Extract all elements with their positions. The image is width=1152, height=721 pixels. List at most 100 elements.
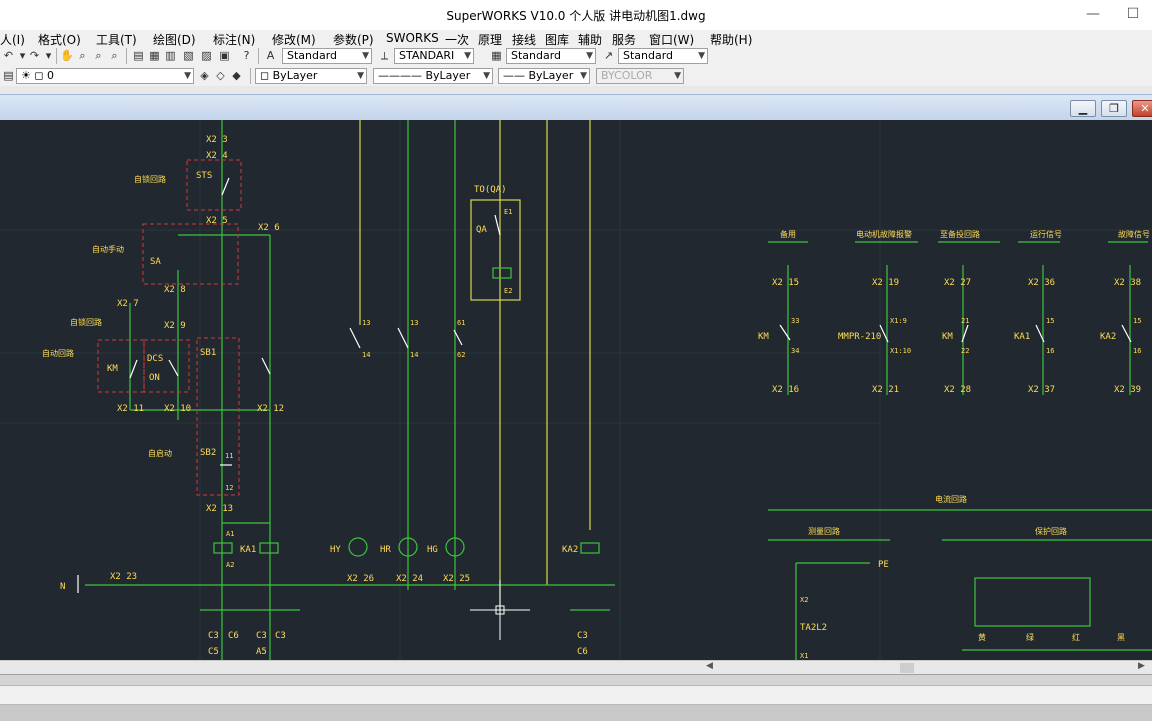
device-label: N	[60, 582, 65, 592]
device-label: SA	[150, 257, 161, 267]
undo-icon[interactable]: ↶	[2, 49, 15, 62]
terminal-label: X2 16	[772, 385, 799, 395]
tool-palettes-icon[interactable]: ▥	[164, 49, 177, 62]
bottom-code: C3	[256, 631, 267, 641]
bottom-code: C3	[577, 631, 588, 641]
terminal-label: X2 39	[1114, 385, 1141, 395]
device-label: SB1	[200, 348, 216, 358]
plotstyle-select[interactable]: BYCOLOR ▼	[596, 68, 684, 84]
menu-sworks[interactable]: SWORKS	[386, 31, 439, 45]
drawing-restore-button[interactable]: ❐	[1101, 100, 1127, 117]
contact-number: A2	[226, 561, 234, 569]
bottom-code: C6	[228, 631, 239, 641]
make-current-icon[interactable]: ◈	[198, 69, 211, 82]
device-label: DCS	[147, 354, 163, 364]
toolbar-separator	[258, 48, 259, 64]
maximize-button[interactable]: ☐	[1118, 4, 1148, 24]
annotation: 自启动	[148, 448, 172, 458]
text-style-icon: A	[266, 49, 275, 62]
phase-label: 红	[1072, 632, 1080, 642]
schematic-drawing[interactable]: X2 3 X2 4 X2 5 X2 6 X2 7 X2 8 X2 9 X2 11…	[0, 120, 1152, 660]
contact-label: KM	[758, 332, 769, 342]
terminal-label: X2 11	[117, 404, 144, 414]
help-icon[interactable]: ?	[240, 49, 253, 62]
drawing-minimize-button[interactable]: ▁	[1070, 100, 1096, 117]
terminal-label: X2 36	[1028, 278, 1055, 288]
sheet-set-icon[interactable]: ▧	[182, 49, 195, 62]
contact-number: 21	[961, 317, 969, 325]
contact-number: 15	[1046, 317, 1054, 325]
table-style-icon: ▦	[491, 49, 502, 62]
device-label: QA	[476, 225, 487, 235]
contact-number: 14	[410, 351, 418, 359]
device-label: KM	[107, 364, 118, 374]
minimize-button[interactable]: —	[1078, 4, 1108, 24]
pan-icon[interactable]: ✋	[60, 49, 74, 62]
device-label: KA2	[562, 545, 578, 555]
terminal-label: X2 24	[396, 574, 423, 584]
color-select[interactable]: ◻ ByLayer ▼	[255, 68, 367, 84]
device-label: HR	[380, 545, 391, 555]
contact-number: A1	[226, 530, 234, 538]
group-header: 电动机故障报警	[856, 229, 912, 239]
text-style-select[interactable]: Standard ▼	[282, 48, 372, 64]
title-bar: SuperWORKS V10.0 个人版 讲电动机图1.dwg — ☐	[0, 0, 1152, 30]
contact-number: 62	[457, 351, 465, 359]
calculator-icon[interactable]: ▣	[218, 49, 231, 62]
drawing-close-button[interactable]: ✕	[1132, 100, 1152, 117]
dim-style-select[interactable]: STANDARI ▼	[394, 48, 474, 64]
device-label: TO(QA)	[474, 185, 507, 195]
terminal-label: X2 6	[258, 223, 280, 233]
linetype-select[interactable]: ———— ByLayer ▼	[373, 68, 493, 84]
drawing-canvas[interactable]: X2 3 X2 4 X2 5 X2 6 X2 7 X2 8 X2 9 X2 11…	[0, 120, 1152, 660]
contact-number: X2	[800, 596, 808, 604]
contact-number: 11	[225, 452, 233, 460]
layer-state-icon[interactable]: ◆	[230, 69, 243, 82]
redo-icon[interactable]: ↷	[28, 49, 41, 62]
terminal-label: X2 27	[944, 278, 971, 288]
contact-number: 12	[225, 484, 233, 492]
device-label: TA2L2	[800, 623, 827, 633]
contact-number: X1	[800, 652, 808, 660]
lineweight-select[interactable]: —— ByLayer ▼	[498, 68, 590, 84]
markup-icon[interactable]: ▨	[200, 49, 213, 62]
annotation: 保护回路	[1035, 526, 1067, 536]
contact-label: KA2	[1100, 332, 1116, 342]
design-center-icon[interactable]: ▦	[148, 49, 161, 62]
group-header: 备用	[780, 229, 796, 239]
contact-number: 16	[1046, 347, 1054, 355]
terminal-label: X2 12	[257, 404, 284, 414]
contact-number: X1:9	[890, 317, 907, 325]
annotation: 自动手动	[92, 244, 124, 254]
annotation: 自锁回路	[70, 317, 102, 327]
device-label: MMPR-210	[838, 332, 881, 342]
toolbar-separator	[56, 48, 57, 64]
contact-number: E2	[504, 287, 512, 295]
command-line[interactable]	[0, 685, 1152, 705]
window-title: SuperWORKS V10.0 个人版 讲电动机图1.dwg	[446, 9, 706, 23]
scrollbar-thumb[interactable]	[900, 663, 914, 673]
terminal-label: X2 19	[872, 278, 899, 288]
terminal-label: X2 7	[117, 299, 139, 309]
horizontal-scrollbar[interactable]: ◀ ▶	[0, 660, 1152, 675]
phase-label: 绿	[1026, 633, 1034, 642]
phase-label: 黄	[978, 632, 986, 642]
phase-label: 黑	[1117, 633, 1125, 642]
layer-previous-icon[interactable]: ◇	[214, 69, 227, 82]
contact-number: X1:10	[890, 347, 911, 355]
contact-number: 22	[961, 347, 969, 355]
bottom-code: C3	[275, 631, 286, 641]
zoom-realtime-icon[interactable]: ⌕	[76, 49, 89, 62]
layer-select[interactable]: ☀ ◻ 0 ▼	[16, 68, 194, 84]
scroll-right-icon[interactable]: ▶	[1138, 661, 1145, 671]
bottom-code: A5	[256, 647, 267, 657]
scroll-left-icon[interactable]: ◀	[706, 661, 713, 671]
multileader-style-select[interactable]: Standard ▼	[618, 48, 708, 64]
zoom-window-icon[interactable]: ⌕	[92, 49, 105, 62]
properties-icon[interactable]: ▤	[132, 49, 145, 62]
chevron-down-icon[interactable]: ▾	[42, 49, 55, 62]
terminal-label: X2 28	[944, 385, 971, 395]
table-style-select[interactable]: Standard ▼	[506, 48, 596, 64]
layer-manager-icon[interactable]: ▤	[2, 69, 15, 82]
zoom-previous-icon[interactable]: ⌕	[108, 49, 121, 62]
